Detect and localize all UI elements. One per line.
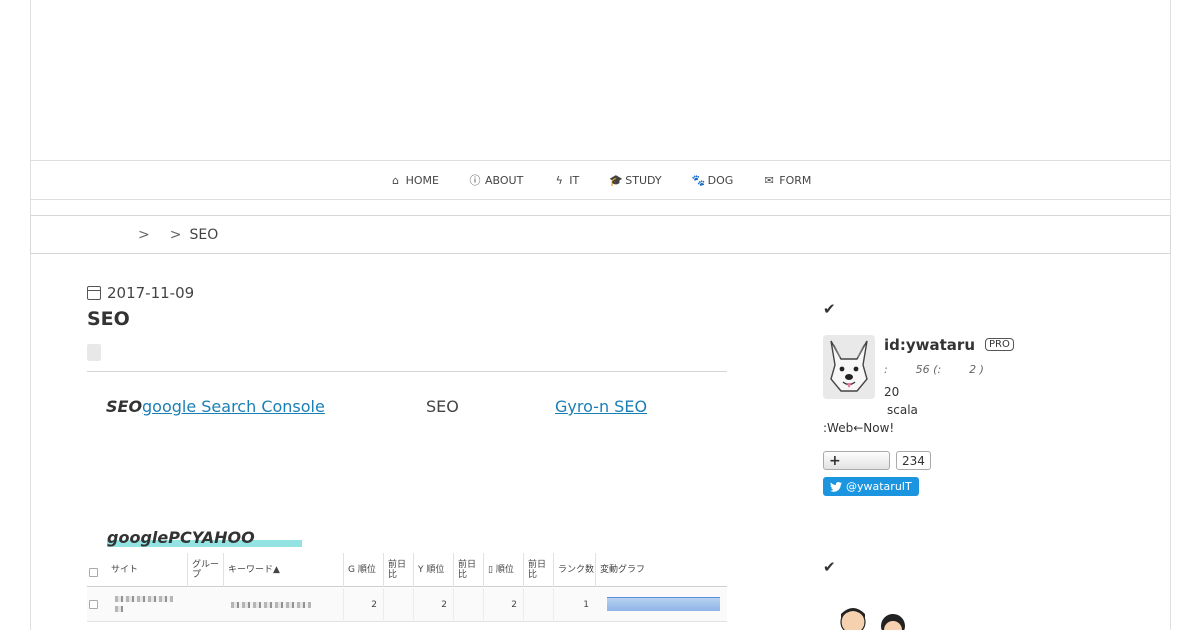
nav-label: IT xyxy=(569,173,580,187)
blurred-site xyxy=(115,606,123,612)
plus-icon: + xyxy=(829,452,841,469)
nav-item-dog[interactable]: 🐾 DOG xyxy=(692,174,734,187)
article: 2017-11-09 SEO SEO google Search Console… xyxy=(87,280,727,432)
profile-meta: : 56 (: 2 ) xyxy=(884,363,984,376)
date-text: 2017-11-09 xyxy=(107,284,195,302)
table-header: サイト グループ キーワード▲ G 順位 前日比 Y 順位 前日比 ▯ 順位 前… xyxy=(87,553,727,587)
yahoo-diff-value xyxy=(453,588,483,622)
graduation-cap-icon: 🎓 xyxy=(609,173,623,187)
check-icon: ✔ xyxy=(823,558,836,576)
intro-bold-text: SEO xyxy=(106,397,143,416)
google-diff-value xyxy=(383,588,413,622)
info-icon: ⓘ xyxy=(469,174,481,187)
avatar[interactable] xyxy=(823,335,875,399)
follow-button[interactable]: + xyxy=(823,451,890,470)
col-google-rank: G 順位 xyxy=(343,553,383,587)
profile-id[interactable]: id:ywataru xyxy=(884,336,975,354)
col-graph: 変動グラフ xyxy=(595,553,727,587)
rank-table-screenshot: サイト グループ キーワード▲ G 順位 前日比 Y 順位 前日比 ▯ 順位 前… xyxy=(87,553,727,630)
nav-label: STUDY xyxy=(625,173,662,187)
col-mobile-rank: ▯ 順位 xyxy=(483,553,523,587)
profile-desc: scala xyxy=(887,403,918,417)
gyro-n-link[interactable]: Gyro-n SEO xyxy=(555,397,647,416)
nav-label: FORM xyxy=(779,173,812,187)
profile-desc: :Web←Now! xyxy=(823,421,895,435)
pro-badge: PRO xyxy=(985,338,1014,351)
section-heading: googlePCYAHOO xyxy=(107,528,255,547)
blurred-site xyxy=(115,596,173,602)
category-tag[interactable] xyxy=(87,344,101,361)
paw-icon: 🐾 xyxy=(691,173,706,187)
mobile-rank-value: 2 xyxy=(483,588,523,622)
global-nav: ⌂ HOME ⓘ ABOUT ϟ IT 🎓 STUDY 🐾 DOG ✉ FORM xyxy=(30,160,1171,200)
blurred-keyword xyxy=(231,602,311,608)
google-rank-value: 2 xyxy=(343,588,383,622)
check-icon: ✔ xyxy=(823,300,836,318)
breadcrumb-current: SEO xyxy=(189,226,219,243)
calendar-icon xyxy=(87,286,101,300)
col-google-diff: 前日比 xyxy=(383,553,413,587)
col-yahoo-rank: Y 順位 xyxy=(413,553,453,587)
col-mobile-diff: 前日比 xyxy=(523,553,553,587)
table-row: 2 2 2 1 xyxy=(87,588,727,622)
people-illustration-icon xyxy=(840,608,905,630)
rank-sparkline xyxy=(607,597,720,611)
home-icon: ⌂ xyxy=(392,173,400,187)
follower-count: 234 xyxy=(896,451,931,470)
breadcrumb-separator: > xyxy=(138,226,150,243)
nav-label: HOME xyxy=(405,173,439,187)
twitter-bird-icon xyxy=(830,481,842,492)
nav-item-home[interactable]: ⌂ HOME xyxy=(390,174,439,187)
col-keyword: キーワード▲ xyxy=(223,553,343,587)
header-area xyxy=(30,0,1171,160)
twitter-handle: @ywataruIT xyxy=(846,480,912,493)
breadcrumb: > > SEO xyxy=(30,215,1171,254)
twitter-follow-button[interactable]: @ywataruIT xyxy=(823,477,919,496)
row-checkbox xyxy=(89,600,98,609)
rank-count-value: 1 xyxy=(553,588,595,622)
breadcrumb-separator: > xyxy=(169,226,182,243)
nav-item-study[interactable]: 🎓 STUDY xyxy=(609,174,661,187)
search-console-link[interactable]: google Search Console xyxy=(142,397,325,416)
nav-item-form[interactable]: ✉ FORM xyxy=(763,173,812,187)
breadcrumb-home-link[interactable] xyxy=(126,229,130,241)
col-yahoo-diff: 前日比 xyxy=(453,553,483,587)
article-date: 2017-11-09 xyxy=(87,284,727,302)
col-group: グループ xyxy=(187,553,223,587)
dog-avatar-icon xyxy=(823,335,875,399)
yahoo-rank-value: 2 xyxy=(413,588,453,622)
intro-paragraph: SEO google Search Console SEO Gyro-n SEO xyxy=(87,372,727,432)
nav-label: DOG xyxy=(707,173,734,187)
bolt-icon: ϟ xyxy=(555,173,563,187)
mobile-diff-value xyxy=(523,588,553,622)
sidebar: ✔ id:ywataru PRO : 56 (: 2 ) 20 scala :W… xyxy=(823,300,1103,630)
nav-item-it[interactable]: ϟ IT xyxy=(553,173,580,187)
envelope-icon: ✉ xyxy=(764,173,774,187)
intro-plain-text: SEO xyxy=(426,397,459,416)
article-title: SEO xyxy=(87,308,130,330)
illustration-people xyxy=(837,606,907,630)
nav-item-about[interactable]: ⓘ ABOUT xyxy=(469,172,523,188)
profile-desc: 20 xyxy=(884,385,900,399)
col-rank-count: ランク数 xyxy=(553,553,595,587)
nav-label: ABOUT xyxy=(484,173,524,187)
breadcrumb-category-link[interactable] xyxy=(158,229,162,241)
col-site: サイト xyxy=(111,565,139,575)
select-all-checkbox xyxy=(89,568,98,577)
